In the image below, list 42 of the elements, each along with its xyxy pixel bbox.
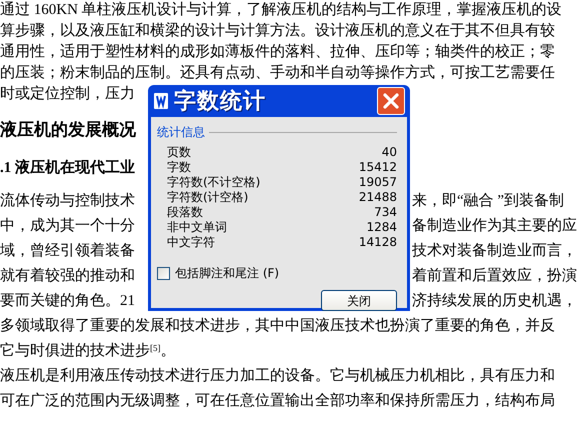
group-label: 统计信息	[157, 124, 205, 141]
stat-value: 15412	[358, 160, 397, 175]
app-icon	[154, 93, 168, 109]
text-line: 通用性，适用于塑性材料的成形如薄板件的落料、拉伸、压印等；轴类件的校正；零	[0, 42, 555, 62]
subsection-heading: .1 液压机在现代工业	[0, 158, 135, 178]
text-line: 的压装；粉末制品的压制。还具有点动、手动和半自动等操作方式，可按工艺需要任	[0, 63, 555, 83]
text-line: 济持续发展的历史机遇，	[412, 291, 577, 311]
stat-label: 字符数(计空格)	[167, 190, 248, 205]
dialog-title: 字数统计	[174, 88, 266, 116]
text-line: 要而关键的角色。21	[0, 292, 135, 311]
close-icon	[382, 92, 400, 110]
text-line: 域，曾经引领着装备	[0, 241, 135, 261]
stat-value: 21488	[358, 190, 397, 205]
stat-value: 1284	[366, 220, 397, 235]
stat-value: 14128	[358, 235, 397, 250]
text-line: 就有着较强的推动和	[0, 266, 135, 286]
stat-value: 40	[382, 145, 397, 160]
text-line: 着前置和后置效应，扮演	[412, 266, 577, 286]
text-line: 备制造业作为其主要的应	[412, 216, 577, 236]
close-dialog-button[interactable]: 关闭	[321, 290, 397, 311]
text-line: 可在广泛的范围内无级调整，可在任意位置输出全部功率和保持所需压力，结构布局	[0, 391, 555, 411]
text-line: 流体传动与控制技术	[0, 191, 135, 211]
stat-label: 中文字符	[167, 235, 215, 250]
text-line: 来，即“融合 ”到装备制	[412, 192, 564, 211]
text-line: 时或定位控制，压力	[0, 84, 135, 104]
text-line: 算步骤，以及液压缸和横梁的设计与计算方法。设计液压机的意义在于其不但具有较	[0, 21, 555, 41]
stat-value: 734	[374, 205, 397, 220]
stat-label: 非中文单词	[167, 220, 227, 235]
text-line: 通过 160KN 单柱液压机设计与计算，了解液压机的结构与工作原理，掌握液压机的设	[0, 0, 562, 20]
text-line: 液压机是利用液压传动技术进行压力加工的设备。它与机械压力机相比，具有压力和	[0, 366, 555, 386]
text-line: 中，成为其一个十分	[0, 216, 135, 236]
text-line: 它与时俱进的技术进步$^{[5]}$。	[0, 341, 176, 361]
section-heading: 液压机的发展概况	[0, 119, 136, 141]
stat-label: 页数	[167, 145, 191, 160]
close-button[interactable]	[377, 87, 405, 115]
text-line: 技术对装备制造业而言，	[412, 241, 577, 261]
stat-value: 19057	[358, 175, 397, 190]
stat-label: 字数	[167, 160, 191, 175]
footnotes-checkbox[interactable]: 包括脚注和尾注 (F)	[157, 264, 397, 282]
stat-label: 段落数	[167, 205, 203, 220]
stat-label: 字符数(不计空格)	[167, 175, 260, 190]
text-line: 多领域取得了重要的发展和技术进步，其中中国液压技术也扮演了重要的角色，并反	[0, 316, 555, 336]
